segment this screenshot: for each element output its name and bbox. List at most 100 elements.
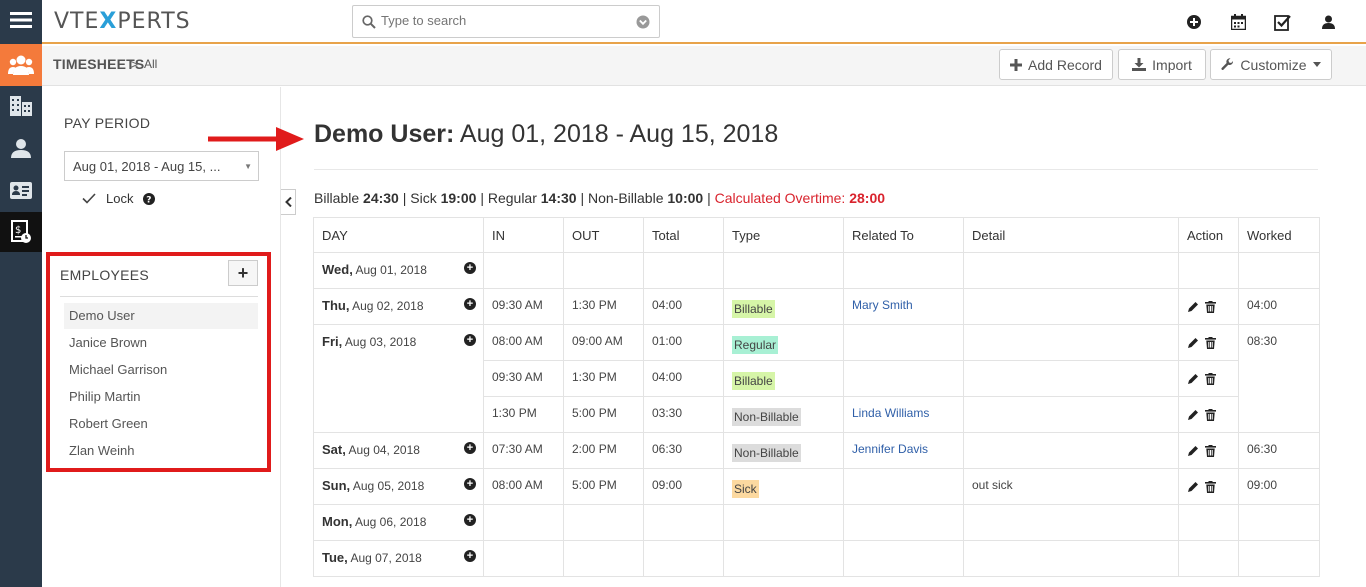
employee-item[interactable]: Michael Garrison [64,357,258,383]
collapse-sidebar-button[interactable] [281,189,296,215]
type-badge: Billable [732,300,775,318]
summary-sick-label: Sick [410,190,437,206]
day-of-week: Mon, [322,514,353,529]
trash-icon[interactable] [1205,373,1216,385]
edit-pencil-icon[interactable] [1187,445,1199,457]
quick-create-icon[interactable] [1184,12,1204,32]
breadcrumb-bar: TIMESHEETS > All Add Record Import Custo… [42,46,1366,86]
pay-period-select[interactable]: Aug 01, 2018 - Aug 15, ... ▼ [64,151,259,181]
table-row: Mon, Aug 06, 2018 + [313,504,1320,541]
menu-icon[interactable] [0,0,42,40]
summary-overtime-value: 28:00 [849,190,886,206]
edit-pencil-icon[interactable] [1187,481,1199,493]
import-button[interactable]: Import [1118,49,1206,80]
employee-item[interactable]: Demo User [64,303,258,329]
worked-time: 04:00 [1238,288,1320,325]
employee-item[interactable]: Philip Martin [64,384,258,410]
employee-item[interactable]: Janice Brown [64,330,258,356]
day-of-week: Tue, [322,550,348,565]
column-header: Type [723,217,844,253]
add-entry-icon[interactable]: + [464,514,476,526]
summary-nonbillable-label: Non-Billable [588,190,664,206]
id-card-icon[interactable] [0,170,42,210]
table-row: Sat, Aug 04, 2018 + 07:30 AM 2:00 PM 06:3… [313,432,1320,469]
row-actions [1187,337,1216,349]
add-entry-icon[interactable]: + [464,334,476,346]
detail-cell: out sick [963,468,1179,505]
arrow-annotation-icon [208,127,304,151]
timesheet-table: DAY IN OUT Total Type Related To Detail … [313,217,1320,577]
day-cell: Tue, Aug 07, 2018 + [313,540,484,577]
help-icon[interactable]: ? [143,192,156,205]
edit-pencil-icon[interactable] [1187,409,1199,421]
employee-item[interactable]: Zlan Weinh [64,438,258,464]
day-cell: Thu, Aug 02, 2018 + [313,288,484,325]
total-time: 06:30 [643,432,724,469]
divider [314,169,1318,170]
related-to-link[interactable]: Linda Williams [852,406,929,420]
organization-icon[interactable] [0,86,42,126]
row-actions [1187,301,1216,313]
add-employee-button[interactable]: + [228,260,258,286]
trash-icon[interactable] [1205,445,1216,457]
type-badge: Regular [732,336,779,354]
column-header: Worked [1238,217,1320,253]
add-entry-icon[interactable]: + [464,550,476,562]
column-header: DAY [313,217,484,253]
related-to-link[interactable]: Jennifer Davis [852,442,928,456]
user-profile-icon[interactable] [1318,12,1338,32]
day-of-week: Fri, [322,334,343,349]
timesheet-icon[interactable]: $ [0,212,42,252]
add-record-button[interactable]: Add Record [999,49,1113,80]
trash-icon[interactable] [1205,301,1216,313]
out-time: 2:00 PM [563,432,644,469]
edit-pencil-icon[interactable] [1187,301,1199,313]
in-time: 09:30 AM [483,360,564,397]
detail-cell [963,288,1179,325]
summary-regular-label: Regular [487,190,537,206]
lock-checkbox[interactable] [82,193,96,204]
related-to-link[interactable]: Mary Smith [852,298,913,312]
add-record-label: Add Record [1028,56,1102,73]
add-entry-icon[interactable]: + [464,478,476,490]
total-time: 04:00 [643,360,724,397]
summary-billable-label: Billable [314,190,360,206]
type-badge: Non-Billable [732,408,801,426]
calendar-icon[interactable] [1228,12,1248,32]
global-search[interactable] [352,5,660,38]
caret-down-icon [1312,62,1321,67]
breadcrumb-view[interactable]: All [144,57,157,71]
trash-icon[interactable] [1205,409,1216,421]
logo[interactable]: VTEXPERTS [54,9,191,34]
trash-icon[interactable] [1205,337,1216,349]
edit-pencil-icon[interactable] [1187,337,1199,349]
edit-pencil-icon[interactable] [1187,373,1199,385]
column-header: Total [643,217,724,253]
page-title-range: Aug 01, 2018 - Aug 15, 2018 [459,120,779,148]
worked-time: 09:00 [1238,468,1320,505]
table-row: Wed, Aug 01, 2018 + [313,252,1320,289]
svg-text:$: $ [15,225,21,236]
detail-cell [963,432,1179,469]
breadcrumb-separator: > [130,56,139,72]
employee-item[interactable]: Robert Green [64,411,258,437]
summary-separator: | [480,190,484,206]
type-badge: Billable [732,372,775,390]
tasks-checkbox-icon[interactable] [1273,12,1293,32]
top-header: VTEXPERTS [42,0,1366,44]
related-to-cell [843,360,964,397]
users-icon[interactable] [0,44,42,86]
total-time: 04:00 [643,288,724,325]
contact-icon[interactable] [0,128,42,168]
column-header: Related To [843,217,964,253]
add-entry-icon[interactable]: + [464,298,476,310]
search-options-icon[interactable] [636,15,650,29]
search-icon [362,15,376,29]
customize-button[interactable]: Customize [1210,49,1332,80]
add-entry-icon[interactable]: + [464,262,476,274]
summary-regular-value: 14:30 [540,190,577,206]
trash-icon[interactable] [1205,481,1216,493]
add-entry-icon[interactable]: + [464,442,476,454]
logo-x: X [99,9,118,34]
search-input[interactable] [381,13,621,28]
